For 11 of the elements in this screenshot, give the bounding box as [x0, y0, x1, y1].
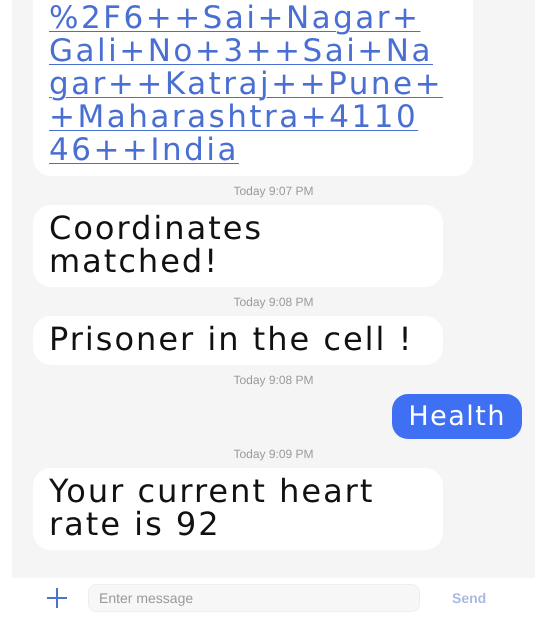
message-bubble: Prisoner in the cell !: [33, 316, 443, 365]
timestamp: Today 9:08 PM: [232, 295, 315, 309]
timestamp: Today 9:08 PM: [232, 373, 315, 387]
add-icon[interactable]: [46, 587, 68, 609]
message-field[interactable]: Enter message: [88, 584, 420, 612]
timestamp: Today 9:07 PM: [232, 184, 315, 198]
message-bubble: Coordinates matched!: [33, 205, 443, 287]
timestamp: Today 9:09 PM: [232, 447, 315, 461]
address-link[interactable]: %2F6++Sai+Nagar+ Gali+No+3++Sai+Na gar++Katraj++Pune+ +Maharashtra+4110 46++India: [49, 2, 457, 167]
message-bubble: Health: [392, 394, 522, 439]
message-bubble: Your current heart rate is 92: [33, 468, 443, 550]
